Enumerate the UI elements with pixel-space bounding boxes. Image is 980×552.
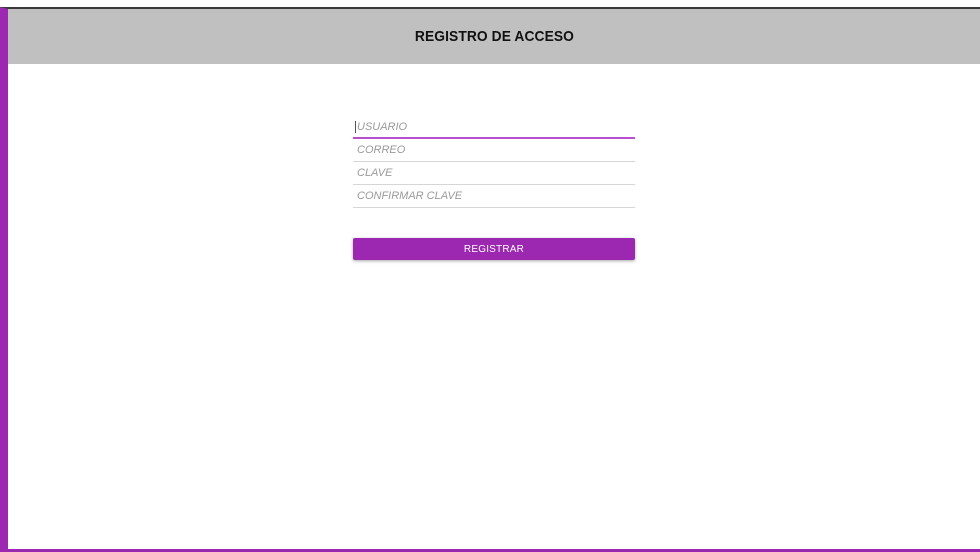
email-field-container	[353, 139, 635, 162]
confirm-password-input[interactable]	[353, 185, 635, 207]
register-button[interactable]: REGISTRAR	[353, 238, 635, 260]
password-field-container	[353, 162, 635, 185]
username-input[interactable]	[353, 116, 635, 137]
page-title: REGISTRO DE ACCESO	[414, 28, 574, 45]
app-frame: REGISTRO DE ACCESO REGISTRAR	[0, 7, 980, 552]
email-input[interactable]	[353, 139, 635, 161]
password-input[interactable]	[353, 162, 635, 184]
header-bar: REGISTRO DE ACCESO	[8, 9, 980, 64]
confirm-password-field-container	[353, 185, 635, 208]
username-field-container	[353, 116, 635, 139]
registration-form	[353, 116, 635, 208]
